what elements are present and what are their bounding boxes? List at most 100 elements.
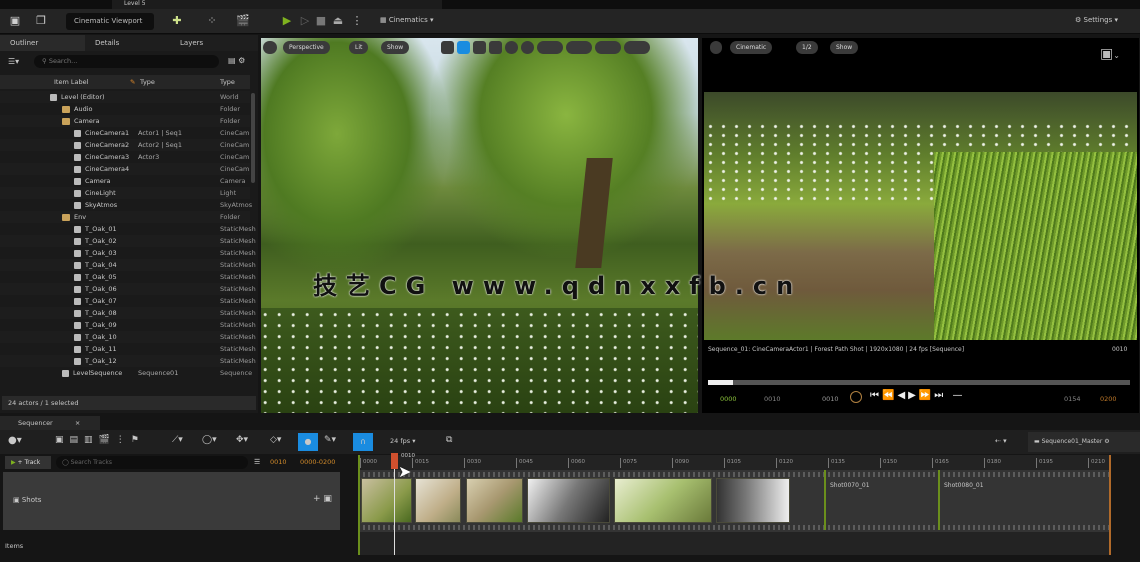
outliner-row[interactable]: T_Oak_12 StaticMesh bbox=[0, 355, 256, 367]
outliner-row[interactable]: T_Oak_11 StaticMesh bbox=[0, 343, 256, 355]
cinematics-icon[interactable]: 🎬 bbox=[236, 14, 250, 28]
add-icon[interactable]: ✚ bbox=[170, 14, 184, 28]
cinematic-button[interactable]: Cinematic bbox=[730, 41, 773, 54]
keyframe-icon[interactable]: ◇▾ bbox=[270, 435, 281, 445]
curve-icon[interactable]: ⟋▾ bbox=[172, 435, 183, 445]
outliner-row[interactable]: CineCamera2 Actor2 | Seq1 CineCam bbox=[0, 139, 250, 151]
platform-dropdown[interactable]: Cinematic Viewport ▾ bbox=[66, 13, 154, 42]
column-type2[interactable]: Type bbox=[220, 75, 235, 89]
lit-button[interactable]: Lit bbox=[349, 41, 369, 54]
view-icon[interactable]: ◯▾ bbox=[202, 435, 217, 445]
level-viewport[interactable]: Perspective Lit Show bbox=[261, 38, 698, 413]
add-folder-icon[interactable]: ▤ ⚙ bbox=[228, 56, 245, 65]
content-icon[interactable]: ❐ bbox=[34, 14, 48, 28]
outliner-row[interactable]: T_Oak_07 StaticMesh bbox=[0, 295, 256, 307]
perspective-button[interactable]: Perspective bbox=[283, 41, 330, 54]
settings-dropdown[interactable]: ⚙ Settings ▾ bbox=[1075, 16, 1118, 24]
outliner-row[interactable]: CineCamera3 Actor3 CineCam bbox=[0, 151, 250, 163]
shot-label[interactable]: Shot0070_01 bbox=[830, 482, 870, 489]
level-tab[interactable]: Level 5 bbox=[112, 0, 442, 9]
camera-lock-icon[interactable]: ⧉ bbox=[446, 435, 452, 445]
outliner-row[interactable]: T_Oak_06 StaticMesh bbox=[0, 283, 256, 295]
outliner-row[interactable]: Camera Camera bbox=[0, 175, 250, 187]
outliner-row[interactable]: LevelSequence Sequence01 Sequence bbox=[0, 367, 252, 379]
show-button[interactable]: Show bbox=[381, 41, 410, 54]
shots-track[interactable]: ▣ Shots + ▣ bbox=[3, 472, 340, 530]
shot-thumbnail[interactable] bbox=[415, 478, 461, 523]
world-icon[interactable] bbox=[505, 41, 518, 54]
rotate-tool-icon[interactable] bbox=[473, 41, 486, 54]
cine-menu-icon[interactable] bbox=[710, 41, 722, 54]
shot-thumbnail[interactable] bbox=[527, 478, 610, 523]
brush-icon[interactable]: ✎▾ bbox=[324, 435, 336, 445]
frame-range-field[interactable]: 0000-0200 bbox=[300, 458, 335, 466]
fps-dropdown[interactable]: 24 fps ▾ bbox=[390, 437, 415, 445]
outliner-row[interactable]: T_Oak_04 StaticMesh bbox=[0, 259, 256, 271]
cinematic-viewport[interactable]: Cinematic 1/2 Show ▣⌄ Sequence_01: CineC… bbox=[702, 38, 1139, 413]
transport-controls[interactable]: ⏮⏪◀▶⏩⏭ — bbox=[870, 390, 965, 401]
sequence-actions[interactable]: ▣▤▥🎬⋮⚑ bbox=[55, 435, 145, 445]
scrub-bar[interactable] bbox=[708, 380, 1130, 385]
column-type[interactable]: Type bbox=[140, 75, 155, 89]
snap-button[interactable]: ∩ bbox=[353, 433, 373, 451]
outliner-row[interactable]: T_Oak_02 StaticMesh bbox=[0, 235, 256, 247]
cine-show-button[interactable]: Show bbox=[830, 41, 859, 54]
outliner-row[interactable]: T_Oak_08 StaticMesh bbox=[0, 307, 256, 319]
outliner-search-input[interactable]: ⚲ Search... bbox=[34, 55, 219, 68]
column-label[interactable]: Item Label bbox=[54, 75, 88, 89]
outliner-row[interactable]: Audio Folder bbox=[0, 103, 250, 115]
outliner-row[interactable]: T_Oak_09 StaticMesh bbox=[0, 319, 256, 331]
navigate-back-icon[interactable]: ⇠ ▾ bbox=[995, 437, 1007, 445]
move-tool-icon[interactable] bbox=[457, 41, 470, 54]
play-icon[interactable]: ▶ bbox=[280, 14, 294, 28]
playhead-handle[interactable] bbox=[391, 453, 398, 469]
outliner-row[interactable]: CineLight Light bbox=[0, 187, 250, 199]
select-tool-icon[interactable] bbox=[441, 41, 454, 54]
aspect-icon[interactable]: ▣⌄ bbox=[1100, 46, 1120, 62]
record-icon[interactable] bbox=[850, 391, 862, 403]
outliner-row[interactable]: T_Oak_03 StaticMesh bbox=[0, 247, 256, 259]
outliner-row[interactable]: Camera Folder bbox=[0, 115, 250, 127]
mode-dropdown[interactable]: ▦ Cinematics ▾ bbox=[380, 16, 433, 24]
outliner-row[interactable]: SkyAtmos SkyAtmos bbox=[0, 199, 252, 211]
grid-snap-button[interactable] bbox=[537, 41, 563, 54]
track-filter-icon[interactable]: ☰ bbox=[254, 458, 260, 466]
outliner-row[interactable]: CineCamera4 CineCam bbox=[0, 163, 250, 175]
shot-thumbnail[interactable] bbox=[466, 478, 523, 523]
outliner-row[interactable]: T_Oak_10 StaticMesh bbox=[0, 331, 256, 343]
more-icon[interactable]: ⋮ bbox=[350, 14, 364, 28]
outliner-row[interactable]: Level (Editor) World bbox=[0, 91, 250, 103]
add-track-button[interactable]: ▶ + Track bbox=[5, 456, 51, 469]
camera-speed-button[interactable] bbox=[624, 41, 650, 54]
tab-details[interactable]: Details bbox=[85, 35, 170, 51]
outliner-row[interactable]: CineCamera1 Actor1 | Seq1 CineCam bbox=[0, 127, 250, 139]
scale-snap-button[interactable] bbox=[595, 41, 621, 54]
tab-outliner[interactable]: Outliner bbox=[0, 35, 85, 51]
snap-icon[interactable] bbox=[521, 41, 534, 54]
outliner-row[interactable]: T_Oak_01 StaticMesh bbox=[0, 223, 256, 235]
world-settings-icon[interactable]: ●▾ bbox=[8, 435, 22, 446]
rotation-snap-button[interactable] bbox=[566, 41, 592, 54]
step-icon[interactable]: ▷ bbox=[298, 14, 312, 28]
shot-thumbnail[interactable] bbox=[614, 478, 712, 523]
track-search-input[interactable]: ◯ Search Tracks bbox=[56, 456, 248, 469]
outliner-scrollbar[interactable] bbox=[251, 93, 255, 183]
shot-thumbnail[interactable] bbox=[361, 478, 412, 523]
auto-key-button[interactable]: ● bbox=[298, 433, 318, 451]
current-frame-field[interactable]: 0010 bbox=[270, 458, 287, 466]
tab-layers[interactable]: Layers bbox=[170, 35, 213, 51]
outliner-row[interactable]: Env Folder bbox=[0, 211, 250, 223]
sequence-breadcrumb[interactable]: ▬ Sequence01_Master ⚙ bbox=[1028, 432, 1140, 452]
blueprint-icon[interactable]: ⁘ bbox=[205, 14, 219, 28]
shot-label[interactable]: Shot0080_01 bbox=[944, 482, 984, 489]
viewport-menu-icon[interactable] bbox=[263, 41, 277, 54]
key-icon[interactable]: ✥▾ bbox=[236, 435, 248, 445]
scale-tool-icon[interactable] bbox=[489, 41, 502, 54]
filter-icon[interactable]: ☰▾ bbox=[8, 57, 19, 66]
outliner-row[interactable]: T_Oak_05 StaticMesh bbox=[0, 271, 256, 283]
stop-icon[interactable]: ■ bbox=[314, 14, 328, 28]
ratio-button[interactable]: 1/2 bbox=[796, 41, 818, 54]
add-shot-icon[interactable]: + ▣ bbox=[313, 494, 332, 504]
save-icon[interactable]: ▣ bbox=[8, 14, 22, 28]
tab-sequencer[interactable]: Sequencer × bbox=[0, 416, 100, 430]
